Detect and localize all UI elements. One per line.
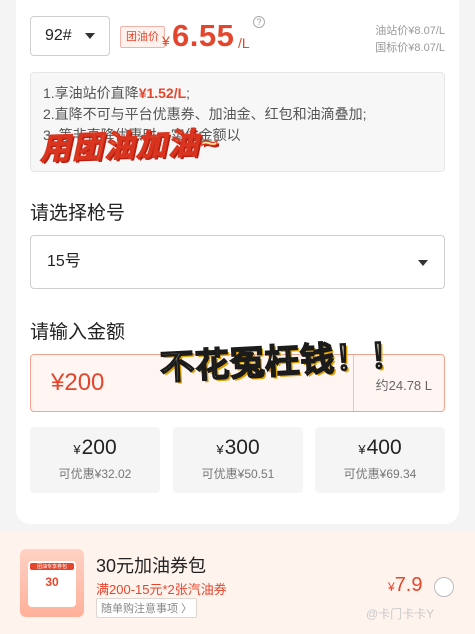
- amount-section-title: 请输入金额: [30, 322, 126, 343]
- chevron-down-icon: [418, 260, 428, 266]
- national-price: 国标价¥8.07/L: [375, 42, 445, 54]
- help-icon[interactable]: ?: [253, 16, 265, 28]
- notice-line-1: 1.享油站价直降¥1.52/L;: [43, 85, 191, 101]
- amount-liters: 约24.78 L: [375, 378, 432, 393]
- bundle-price: ¥7.9: [388, 574, 423, 596]
- fuel-grade-value: 92#: [45, 27, 72, 44]
- discount-highlight: ¥1.52/L: [138, 85, 187, 101]
- amount-option-200[interactable]: ¥200 可优惠¥32.02: [30, 427, 160, 493]
- watermark: @卡门卡卡Y: [366, 607, 435, 621]
- bundle-title: 30元加油券包: [96, 556, 207, 576]
- bundle-select-radio[interactable]: [434, 577, 454, 597]
- option-discount: 可优惠¥69.34: [343, 467, 417, 481]
- option-amount: 400: [366, 436, 402, 459]
- price-tag: 团油价: [120, 26, 165, 48]
- bundle-description: 满200-15元*2张汽油券: [96, 582, 227, 597]
- price-value: 6.55: [172, 18, 235, 53]
- station-price: 油站价¥8.07/L: [375, 25, 445, 37]
- price-unit: /L: [238, 35, 250, 51]
- promo-overlay-text-1: 用团油加油~: [39, 126, 221, 167]
- nozzle-value: 15号: [47, 253, 81, 270]
- amount-option-300[interactable]: ¥300 可优惠¥50.51: [173, 427, 303, 493]
- fuel-grade-dropdown[interactable]: 92#: [30, 16, 110, 56]
- amount-value: ¥200: [51, 369, 105, 396]
- bundle-notes-link[interactable]: 随单购注意事项 〉: [96, 598, 198, 618]
- option-discount: 可优惠¥32.02: [58, 467, 132, 481]
- coupon-bundle-image: 团油专享券包 30: [20, 549, 84, 617]
- nozzle-section-title: 请选择枪号: [30, 203, 126, 224]
- chevron-down-icon: [85, 33, 95, 39]
- amount-option-400[interactable]: ¥400 可优惠¥69.34: [315, 427, 445, 493]
- option-discount: 可优惠¥50.51: [201, 467, 275, 481]
- price-currency: ¥: [162, 33, 170, 49]
- option-amount: 200: [81, 436, 117, 459]
- nozzle-dropdown[interactable]: 15号: [30, 235, 445, 289]
- option-amount: 300: [224, 436, 260, 459]
